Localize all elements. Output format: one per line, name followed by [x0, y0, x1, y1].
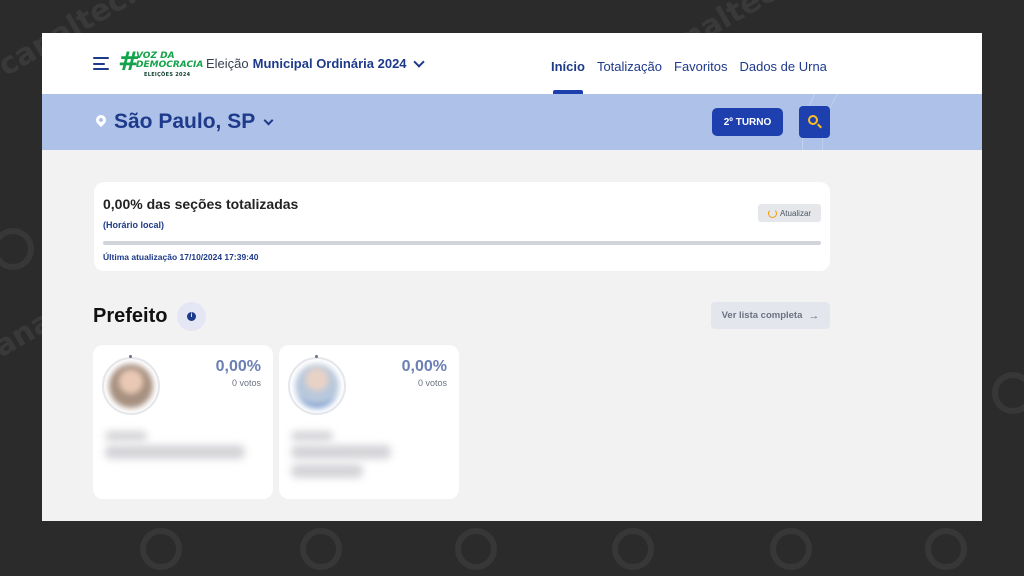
watermark-logo	[455, 528, 497, 570]
candidate-photo	[109, 364, 153, 408]
arrow-right-icon: →	[808, 309, 820, 322]
logo-line-2: DEMOCRACIA	[136, 60, 204, 70]
candidate-name-redacted	[291, 445, 391, 459]
section-title: Prefeito	[93, 305, 168, 327]
city-selector[interactable]: São Paulo, SP	[114, 110, 274, 134]
nav-inicio[interactable]: Início	[551, 59, 585, 94]
watermark-logo	[770, 528, 812, 570]
candidate-avatar	[288, 357, 346, 415]
search-button[interactable]	[799, 106, 830, 138]
watermark-logo	[925, 528, 967, 570]
candidate-avatar	[102, 357, 160, 415]
status-local-time: (Horário local)	[103, 220, 165, 230]
totalization-status-card: 0,00% das seções totalizadas (Horário lo…	[94, 182, 830, 271]
search-icon-handle	[817, 123, 822, 129]
voz-da-democracia-logo[interactable]: # VOZ DA DEMOCRACIA ELEIÇÕES 2024	[118, 48, 203, 82]
view-full-list-button[interactable]: Ver lista completa →	[711, 302, 830, 329]
view-full-list-label: Ver lista completa	[721, 310, 803, 321]
election-prefix: Eleição	[206, 56, 249, 71]
top-header: # VOZ DA DEMOCRACIA ELEIÇÕES 2024 Eleiçã…	[42, 33, 982, 94]
watermark-logo	[0, 228, 34, 270]
nav-favoritos[interactable]: Favoritos	[674, 59, 727, 74]
watermark-logo	[992, 372, 1024, 414]
info-icon: i	[187, 312, 196, 321]
candidate-photo	[295, 364, 339, 408]
nav-totalizacao[interactable]: Totalização	[597, 59, 662, 74]
chevron-down-icon	[412, 55, 425, 68]
turno-button[interactable]: 2º TURNO	[712, 108, 783, 136]
candidate-name-redacted	[105, 445, 245, 459]
election-name: Municipal Ordinária 2024	[252, 56, 407, 71]
info-button[interactable]: i	[177, 302, 206, 331]
candidate-percent: 0,00%	[215, 358, 261, 375]
menu-icon[interactable]	[93, 57, 109, 71]
candidate-indicator-dot	[129, 355, 132, 358]
candidate-card[interactable]: 0,00% 0 votos	[279, 345, 459, 499]
candidate-indicator-dot	[315, 355, 318, 358]
election-selector[interactable]: Eleição Municipal Ordinária 2024	[206, 55, 425, 71]
nav-dados-de-urna[interactable]: Dados de Urna	[739, 59, 826, 74]
location-bar: São Paulo, SP 2º TURNO	[42, 94, 982, 150]
candidate-votes: 0 votos	[231, 378, 261, 388]
totalization-progress-bar	[103, 241, 821, 245]
status-title: 0,00% das seções totalizadas	[103, 196, 299, 212]
refresh-icon	[767, 208, 777, 218]
refresh-button[interactable]: Atualizar	[758, 204, 821, 222]
main-nav: Início Totalização Favoritos Dados de Ur…	[551, 59, 827, 94]
candidate-card[interactable]: 0,00% 0 votos	[93, 345, 273, 499]
watermark-logo	[140, 528, 182, 570]
candidate-votes: 0 votos	[417, 378, 447, 388]
decorative-pattern	[822, 94, 982, 150]
candidate-number-redacted	[105, 431, 147, 441]
candidate-name-redacted	[291, 464, 363, 478]
logo-line-3: ELEIÇÕES 2024	[144, 72, 191, 78]
refresh-label: Atualizar	[779, 208, 812, 218]
candidate-percent: 0,00%	[401, 358, 447, 375]
app-window: # VOZ DA DEMOCRACIA ELEIÇÕES 2024 Eleiçã…	[42, 33, 982, 521]
location-pin-icon	[93, 112, 109, 128]
chevron-down-icon	[263, 115, 274, 126]
candidate-number-redacted	[291, 431, 333, 441]
watermark-logo	[612, 528, 654, 570]
last-update: Última atualização 17/10/2024 17:39:40	[103, 252, 259, 262]
city-name: São Paulo, SP	[114, 110, 256, 133]
watermark-logo	[300, 528, 342, 570]
